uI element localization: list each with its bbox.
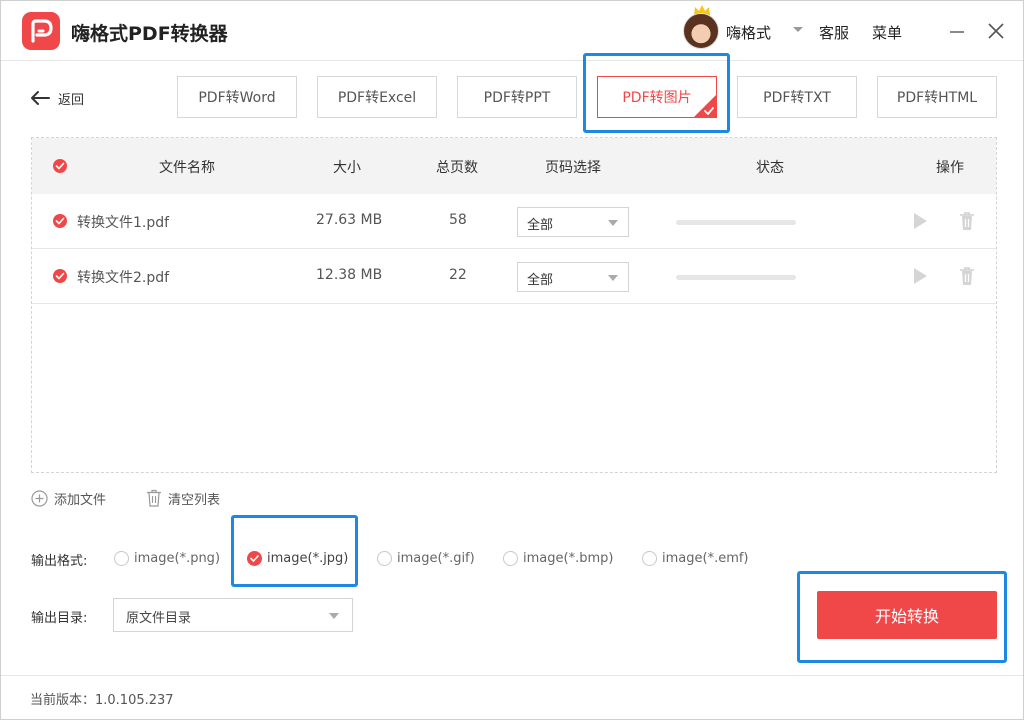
file-table: 文件名称 大小 总页数 页码选择 状态 操作 转换文件1.pdf 27.63 M… xyxy=(31,137,997,473)
add-file-label: 添加文件 xyxy=(54,492,107,508)
output-dir-value: 原文件目录 xyxy=(126,611,192,626)
highlight-box xyxy=(583,53,730,133)
radio-circle xyxy=(114,550,129,566)
table-header: 文件名称 大小 总页数 页码选择 状态 操作 xyxy=(32,138,996,194)
tab-pdf-to-html[interactable]: PDF转HTML xyxy=(877,76,997,118)
header-size: 大小 xyxy=(333,160,361,176)
app-logo-icon xyxy=(22,12,60,50)
back-button[interactable]: 返回 xyxy=(30,87,84,109)
tab-pdf-to-excel[interactable]: PDF转Excel xyxy=(317,76,437,118)
row-checkbox[interactable] xyxy=(53,269,67,283)
output-dir-label: 输出目录: xyxy=(31,611,88,626)
format-radio-gif[interactable]: image(*.gif) xyxy=(377,549,475,567)
clear-list-button[interactable]: 清空列表 xyxy=(146,488,220,508)
trash-icon[interactable] xyxy=(959,211,975,231)
add-file-button[interactable]: 添加文件 xyxy=(31,488,106,508)
file-size: 12.38 MB xyxy=(316,267,383,283)
file-size: 27.63 MB xyxy=(316,212,383,228)
play-icon[interactable] xyxy=(912,212,928,230)
progress-bar xyxy=(676,275,796,280)
format-label: image(*.gif) xyxy=(397,550,475,566)
arrow-left-icon xyxy=(31,91,50,105)
select-all-checkbox[interactable] xyxy=(53,159,67,173)
chevron-down-icon xyxy=(608,275,618,281)
file-name: 转换文件2.pdf xyxy=(77,270,170,286)
title-bar: 嗨格式PDF转换器 嗨格式 客服 菜单 xyxy=(1,1,1023,61)
progress-bar xyxy=(676,220,796,225)
chevron-down-icon xyxy=(608,220,618,226)
tab-pdf-to-word[interactable]: PDF转Word xyxy=(177,76,297,118)
trash-outline-icon xyxy=(147,489,161,507)
table-row: 转换文件2.pdf 12.38 MB 22 全部 xyxy=(32,249,996,304)
output-dir-dropdown[interactable]: 原文件目录 xyxy=(113,598,353,632)
page-select-value: 全部 xyxy=(527,218,554,233)
tab-pdf-to-ppt[interactable]: PDF转PPT xyxy=(457,76,577,118)
minimize-icon[interactable] xyxy=(948,21,966,41)
header-actions: 操作 xyxy=(936,160,964,176)
app-title: 嗨格式PDF转换器 xyxy=(71,23,228,45)
header-name: 文件名称 xyxy=(159,160,215,176)
page-count: 22 xyxy=(449,267,467,283)
radio-circle xyxy=(377,550,392,566)
version-text: 当前版本：1.0.105.237 xyxy=(30,693,174,708)
chevron-down-icon[interactable] xyxy=(792,23,804,35)
menu-link[interactable]: 菜单 xyxy=(872,22,902,43)
format-radio-png[interactable]: image(*.png) xyxy=(114,549,220,567)
highlight-box xyxy=(797,571,1007,663)
radio-circle xyxy=(642,550,657,566)
output-format-label: 输出格式: xyxy=(31,554,88,569)
header-status: 状态 xyxy=(756,160,784,176)
header-page-select: 页码选择 xyxy=(545,160,601,176)
page-count: 58 xyxy=(449,212,467,228)
clear-list-label: 清空列表 xyxy=(168,492,221,508)
header-pages: 总页数 xyxy=(436,160,478,176)
row-checkbox[interactable] xyxy=(53,214,67,228)
format-label: image(*.emf) xyxy=(662,550,749,566)
trash-icon[interactable] xyxy=(959,266,975,286)
user-name[interactable]: 嗨格式 xyxy=(726,22,771,43)
format-radio-bmp[interactable]: image(*.bmp) xyxy=(503,549,613,567)
customer-service-link[interactable]: 客服 xyxy=(819,22,849,43)
chevron-down-icon xyxy=(329,613,339,619)
tab-pdf-to-txt[interactable]: PDF转TXT xyxy=(737,76,857,118)
format-label: image(*.png) xyxy=(134,550,221,566)
page-select-dropdown[interactable]: 全部 xyxy=(517,262,629,292)
avatar[interactable] xyxy=(683,13,719,49)
page-select-dropdown[interactable]: 全部 xyxy=(517,207,629,237)
format-label: image(*.bmp) xyxy=(523,550,614,566)
check-icon xyxy=(55,272,65,280)
check-icon xyxy=(55,217,65,225)
back-label: 返回 xyxy=(58,92,85,108)
status-bar: 当前版本：1.0.105.237 xyxy=(1,675,1023,720)
radio-circle xyxy=(503,550,518,566)
play-icon[interactable] xyxy=(912,267,928,285)
close-icon[interactable] xyxy=(986,21,1006,41)
file-name: 转换文件1.pdf xyxy=(77,215,170,231)
page-select-value: 全部 xyxy=(527,273,554,288)
highlight-box xyxy=(231,515,358,587)
format-radio-emf[interactable]: image(*.emf) xyxy=(642,549,749,567)
check-icon xyxy=(55,162,65,170)
app-window: 嗨格式PDF转换器 嗨格式 客服 菜单 返回 PDF转Word PDF转Exce… xyxy=(0,0,1024,720)
plus-circle-icon xyxy=(31,489,48,507)
table-row: 转换文件1.pdf 27.63 MB 58 全部 xyxy=(32,194,996,249)
